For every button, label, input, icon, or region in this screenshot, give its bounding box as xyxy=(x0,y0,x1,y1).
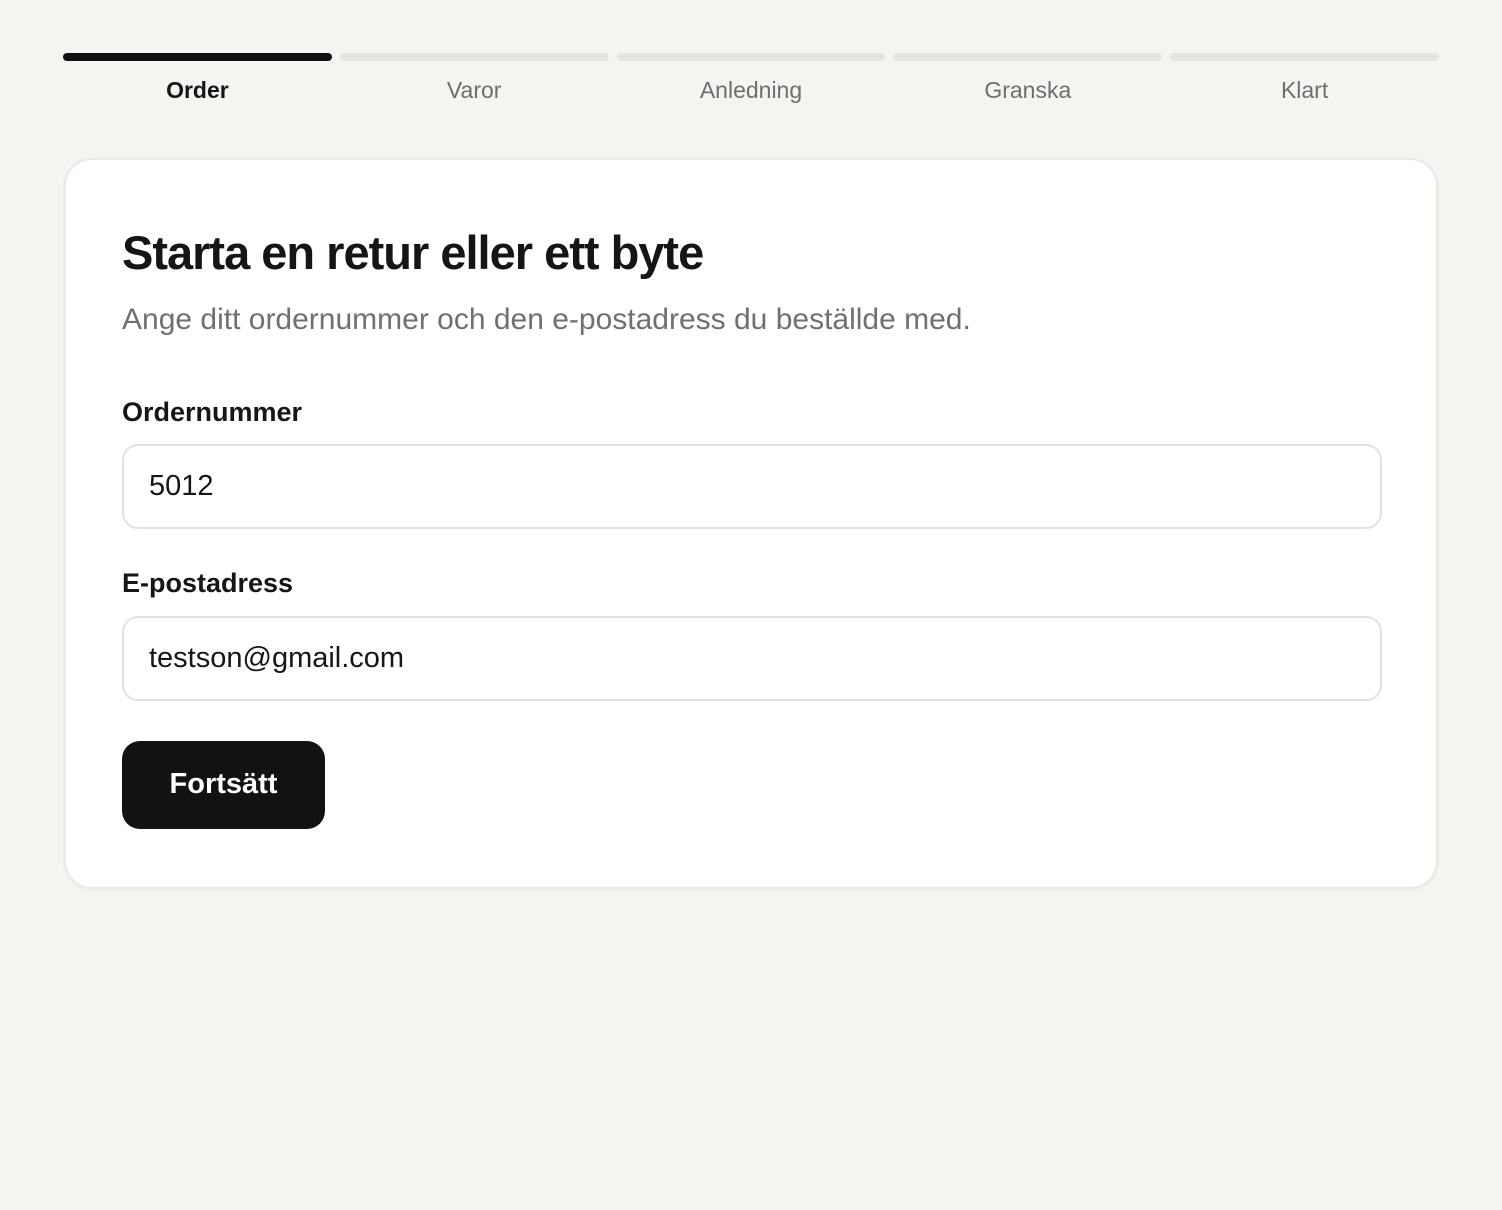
step-klart: Klart xyxy=(1170,53,1439,105)
step-anledning-label: Anledning xyxy=(699,77,803,103)
page-subtitle: Ange ditt ordernummer och den e-postadre… xyxy=(122,303,971,337)
step-granska-label: Granska xyxy=(984,77,1072,103)
step-klart-label: Klart xyxy=(1280,77,1329,103)
return-form-card: Starta en retur eller ett byte Ange ditt… xyxy=(64,158,1438,889)
step-anledning-bar xyxy=(616,53,886,61)
order-number-label: Ordernummer xyxy=(122,397,303,428)
step-granska: Granska xyxy=(893,53,1163,105)
order-number-input[interactable] xyxy=(122,444,1382,530)
step-order-bar xyxy=(63,53,332,61)
page-title: Starta en retur eller ett byte xyxy=(122,226,704,279)
step-order-label: Order xyxy=(166,77,229,103)
step-anledning: Anledning xyxy=(616,53,886,105)
progress-stepper: Order Varor Anledning Granska Klart xyxy=(63,53,1439,105)
email-label: E-postadress xyxy=(122,568,294,599)
step-klart-bar xyxy=(1170,53,1439,61)
continue-button[interactable]: Fortsätt xyxy=(122,740,325,829)
step-varor-label: Varor xyxy=(446,77,502,103)
step-order: Order xyxy=(63,53,332,105)
step-varor: Varor xyxy=(339,53,609,105)
step-varor-bar xyxy=(339,53,609,61)
email-input[interactable] xyxy=(122,615,1382,701)
step-granska-bar xyxy=(893,53,1163,61)
